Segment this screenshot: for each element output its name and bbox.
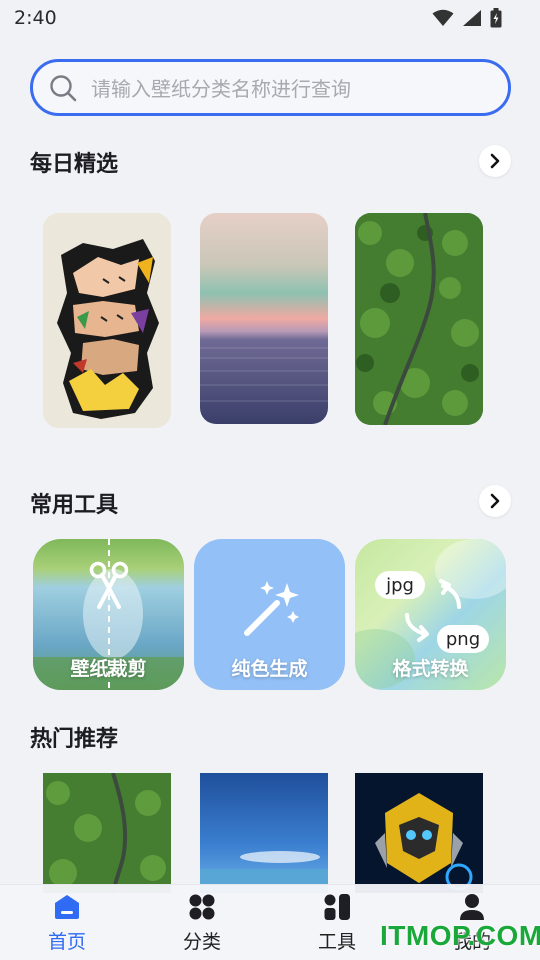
forest-image [355,213,483,425]
sea-image [200,213,328,424]
anime-collage-image [43,213,171,428]
search-input[interactable]: 请输入壁纸分类名称进行查询 [30,59,511,116]
nav-item-home[interactable]: 首页 [27,893,107,954]
scissors-icon [89,561,129,609]
status-bar: 2:40 [0,0,540,36]
search-icon [50,74,77,101]
home-icon [55,895,79,919]
nav-label-tools: 工具 [317,931,356,953]
daily-wallpaper-sea[interactable] [200,213,328,424]
tools-section-title: 常用工具 [30,493,119,518]
nav-label-home: 首页 [47,931,86,953]
magic-wand-icon [244,581,299,636]
robot-image [355,773,483,893]
tools-icon [324,894,350,920]
forest-image [43,773,171,893]
wifi-icon [432,9,454,26]
tool-format-convert-card[interactable]: jpg png 格式转换 [355,539,506,690]
hot-wallpaper-forest[interactable] [43,773,171,893]
tool-crop-card[interactable]: 壁纸裁剪 [33,539,184,690]
hot-section-title: 热门推荐 [30,727,119,752]
tool-format-convert-label: 格式转换 [392,658,469,680]
watermark: ITMOP.COM [380,920,540,951]
status-icons [432,8,502,28]
chevron-right-icon [490,493,500,509]
nav-item-category[interactable]: 分类 [162,893,242,954]
chevron-right-icon [490,153,500,169]
daily-section-title: 每日精选 [30,152,119,177]
tool-solid-color-label: 纯色生成 [231,658,308,680]
hot-wallpaper-robot[interactable] [355,773,483,893]
daily-wallpaper-anime[interactable] [43,213,171,428]
tools-more-button[interactable] [479,485,511,517]
battery-icon [490,8,502,28]
nav-label-category: 分类 [182,931,221,953]
daily-wallpaper-forest[interactable] [355,213,483,425]
profile-icon [460,894,484,920]
tool-crop-label: 壁纸裁剪 [70,658,147,680]
tool-solid-color-card[interactable]: 纯色生成 [194,539,345,690]
signal-icon [463,10,481,26]
sky-image [200,773,328,893]
hot-wallpaper-sky[interactable] [200,773,328,893]
category-icon [189,894,215,920]
status-time: 2:40 [14,7,57,29]
daily-more-button[interactable] [479,145,511,177]
nav-item-tools[interactable]: 工具 [297,893,377,954]
search-placeholder: 请输入壁纸分类名称进行查询 [91,77,351,101]
